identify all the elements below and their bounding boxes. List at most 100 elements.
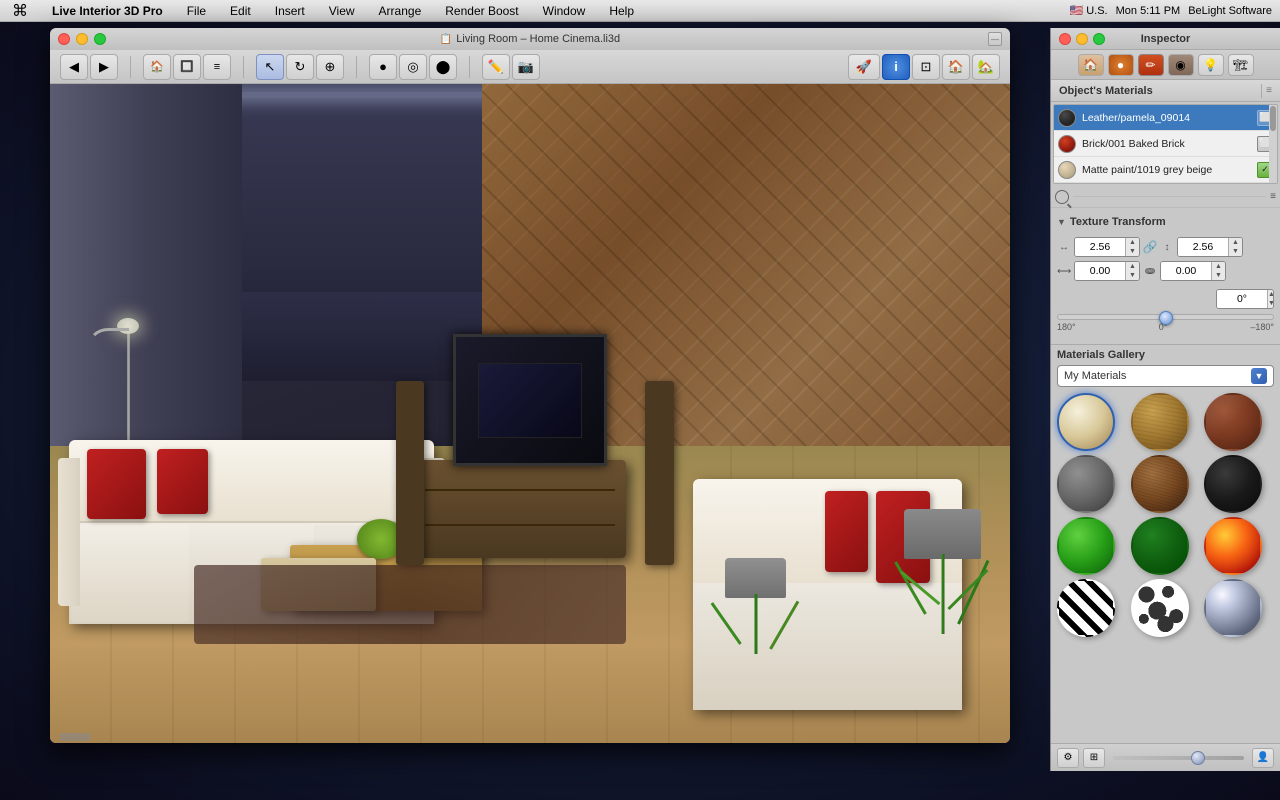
move-tool[interactable]: ⊕ bbox=[316, 54, 344, 80]
tab-object[interactable]: 🏠 bbox=[1078, 54, 1104, 76]
render-btn[interactable]: 🚀 bbox=[848, 54, 880, 80]
scale-x-input-group: ▲ ▼ bbox=[1074, 237, 1140, 257]
gallery-item-wood-dark[interactable] bbox=[1131, 455, 1189, 513]
forward-button[interactable]: ▶ bbox=[90, 54, 118, 80]
material-item-leather[interactable]: Leather/pamela_09014 ⬜ bbox=[1054, 105, 1277, 131]
search-icon[interactable] bbox=[1055, 190, 1069, 204]
bottom-person-btn[interactable]: 👤 bbox=[1252, 748, 1274, 768]
angle-slider-thumb[interactable] bbox=[1159, 311, 1173, 325]
angle-stepper[interactable]: ▲ ▼ bbox=[1267, 290, 1274, 308]
inspector-tabs: 🏠 ● ✏ ◉ 💡 🏗 bbox=[1051, 50, 1280, 80]
menu-edit[interactable]: Edit bbox=[226, 2, 255, 20]
material-scrollbar[interactable] bbox=[1269, 105, 1277, 183]
camera-btn[interactable]: 📷 bbox=[512, 54, 540, 80]
materials-options[interactable]: ≡ bbox=[1266, 85, 1272, 96]
scroll-indicator[interactable] bbox=[60, 733, 90, 741]
angle-input[interactable] bbox=[1217, 290, 1267, 308]
gallery-item-chrome[interactable] bbox=[1204, 579, 1262, 637]
scrollbar-thumb[interactable] bbox=[1270, 106, 1276, 131]
window-resize-btn[interactable]: — bbox=[988, 32, 1002, 46]
gallery-item-fire[interactable] bbox=[1204, 517, 1262, 575]
cube-btn[interactable]: ⬤ bbox=[429, 54, 457, 80]
menu-help[interactable]: Help bbox=[605, 2, 638, 20]
inspector-close[interactable] bbox=[1059, 33, 1071, 45]
scale-y-input[interactable] bbox=[1178, 238, 1228, 256]
bottom-settings-btn[interactable]: ⚙ bbox=[1057, 748, 1079, 768]
tab-lighting[interactable]: ◉ bbox=[1168, 54, 1194, 76]
offset-y-input[interactable] bbox=[1161, 262, 1211, 280]
filter-row: ≡ bbox=[1051, 186, 1280, 208]
gallery-item-cream[interactable] bbox=[1057, 393, 1115, 451]
minimize-button[interactable] bbox=[76, 33, 88, 45]
tab-building[interactable]: 🏗 bbox=[1228, 54, 1254, 76]
texture-collapse-arrow[interactable]: ▼ bbox=[1057, 217, 1066, 227]
3d-view-btn[interactable]: ≡ bbox=[203, 54, 231, 80]
company-name: BeLight Software bbox=[1188, 5, 1272, 17]
tab-texture[interactable]: ✏ bbox=[1138, 54, 1164, 76]
offset-x-input[interactable] bbox=[1075, 262, 1125, 280]
view-3d-btn[interactable]: 🏡 bbox=[972, 54, 1000, 80]
inspector-minimize[interactable] bbox=[1076, 33, 1088, 45]
menu-arrange[interactable]: Arrange bbox=[375, 2, 426, 20]
gallery-dropdown[interactable]: My Materials ▼ bbox=[1057, 365, 1274, 387]
menu-window[interactable]: Window bbox=[539, 2, 590, 20]
link-icon[interactable]: 🔗 bbox=[1143, 240, 1157, 254]
angle-up[interactable]: ▲ bbox=[1268, 290, 1274, 299]
scale-x-stepper[interactable]: ▲ ▼ bbox=[1125, 238, 1139, 256]
filter-menu-icon[interactable]: ≡ bbox=[1270, 191, 1276, 202]
tab-material[interactable]: ● bbox=[1108, 54, 1134, 76]
sphere-btn[interactable]: ● bbox=[369, 54, 397, 80]
offset-x-down[interactable]: ▼ bbox=[1126, 271, 1139, 280]
gallery-item-concrete[interactable] bbox=[1057, 455, 1115, 513]
ring-btn[interactable]: ◎ bbox=[399, 54, 427, 80]
offset-x-input-group: ▲ ▼ bbox=[1074, 261, 1140, 281]
view-2d-btn[interactable]: ⊡ bbox=[912, 54, 940, 80]
scale-x-down[interactable]: ▼ bbox=[1126, 247, 1139, 256]
scale-x-input[interactable] bbox=[1075, 238, 1125, 256]
rotate-tool[interactable]: ↻ bbox=[286, 54, 314, 80]
2d-view-btn[interactable]: 🔲 bbox=[173, 54, 201, 80]
offset-y-down[interactable]: ▼ bbox=[1212, 271, 1225, 280]
gallery-item-zebra[interactable] bbox=[1057, 579, 1115, 637]
plant-center bbox=[722, 558, 789, 664]
scale-y-up[interactable]: ▲ bbox=[1229, 238, 1242, 247]
angle-slider-track[interactable] bbox=[1057, 314, 1274, 320]
offset-x-up[interactable]: ▲ bbox=[1126, 262, 1139, 271]
tab-lamp[interactable]: 💡 bbox=[1198, 54, 1224, 76]
offset-y-up[interactable]: ▲ bbox=[1212, 262, 1225, 271]
apple-menu[interactable]: ⌘ bbox=[8, 0, 32, 23]
scale-x-up[interactable]: ▲ bbox=[1126, 238, 1139, 247]
info-btn[interactable]: i bbox=[882, 54, 910, 80]
close-button[interactable] bbox=[58, 33, 70, 45]
scale-y-stepper[interactable]: ▲ ▼ bbox=[1228, 238, 1242, 256]
back-button[interactable]: ◀ bbox=[60, 54, 88, 80]
nav-group: ◀ ▶ bbox=[60, 54, 118, 80]
bottom-slider-thumb[interactable] bbox=[1191, 751, 1205, 765]
floor-plan-btn[interactable]: 🏠 bbox=[143, 54, 171, 80]
maximize-button[interactable] bbox=[94, 33, 106, 45]
menu-file[interactable]: File bbox=[183, 2, 210, 20]
bottom-slider[interactable] bbox=[1113, 756, 1244, 760]
gallery-item-spots[interactable] bbox=[1131, 579, 1189, 637]
gallery-item-green-bright[interactable] bbox=[1057, 517, 1115, 575]
material-item-paint[interactable]: Matte paint/1019 grey beige ✓ bbox=[1054, 157, 1277, 183]
scale-y-down[interactable]: ▼ bbox=[1229, 247, 1242, 256]
viewport[interactable] bbox=[50, 84, 1010, 743]
gallery-item-wood-light[interactable] bbox=[1131, 393, 1189, 451]
menu-view[interactable]: View bbox=[325, 2, 359, 20]
menu-insert[interactable]: Insert bbox=[271, 2, 309, 20]
material-item-brick[interactable]: Brick/001 Baked Brick ⬜ bbox=[1054, 131, 1277, 157]
pencil-btn[interactable]: ✏️ bbox=[482, 54, 510, 80]
menu-render[interactable]: Render Boost bbox=[441, 2, 522, 20]
gallery-dropdown-text: My Materials bbox=[1064, 370, 1251, 382]
offset-x-stepper[interactable]: ▲ ▼ bbox=[1125, 262, 1139, 280]
gallery-item-brick[interactable] bbox=[1204, 393, 1262, 451]
view-iso-btn[interactable]: 🏠 bbox=[942, 54, 970, 80]
gallery-item-green-dark[interactable] bbox=[1131, 517, 1189, 575]
inspector-zoom[interactable] bbox=[1093, 33, 1105, 45]
gallery-item-dark[interactable] bbox=[1204, 455, 1262, 513]
angle-down[interactable]: ▼ bbox=[1268, 299, 1274, 308]
offset-y-stepper[interactable]: ▲ ▼ bbox=[1211, 262, 1225, 280]
select-tool[interactable]: ↖ bbox=[256, 54, 284, 80]
bottom-grid-btn[interactable]: ⊞ bbox=[1083, 748, 1105, 768]
